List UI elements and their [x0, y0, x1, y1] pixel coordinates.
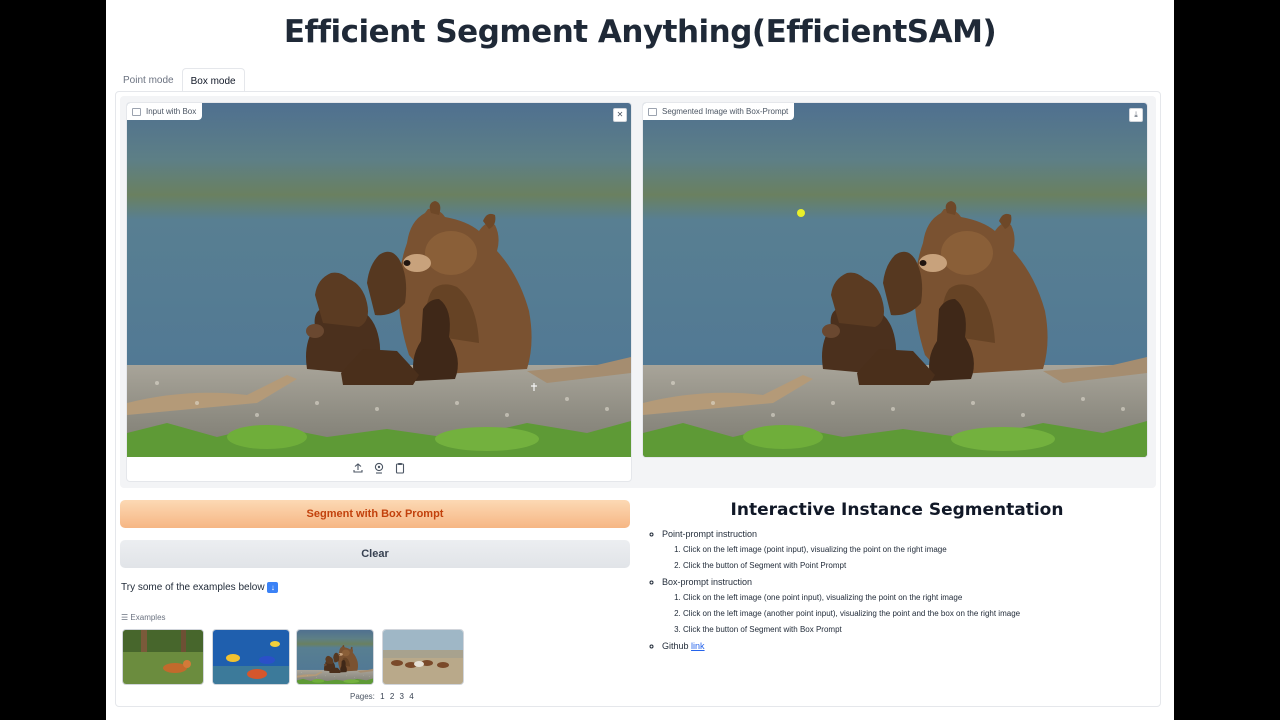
list-item: Click on the left image (another point i…: [683, 609, 1151, 618]
down-arrow-icon: ↓: [267, 582, 279, 593]
point-prompt-section: Point-prompt instruction Click on the le…: [662, 529, 1151, 570]
pages-label: Pages:: [350, 692, 375, 701]
segment-with-box-prompt-button[interactable]: Segment with Box Prompt: [120, 500, 630, 528]
clipboard-icon[interactable]: [394, 462, 406, 474]
output-image-label-text: Segmented Image with Box-Prompt: [662, 107, 789, 116]
app-page: Efficient Segment Anything(EfficientSAM)…: [106, 0, 1174, 720]
examples-hint: Try some of the examples below ↓: [121, 582, 279, 594]
upload-icon[interactable]: [352, 462, 364, 474]
page-link-3[interactable]: 3: [400, 692, 404, 701]
example-thumbnail-bears[interactable]: [296, 629, 374, 685]
page-link-4[interactable]: 4: [409, 692, 413, 701]
box-prompt-steps: Click on the left image (one point input…: [662, 593, 1151, 634]
github-text: Github: [662, 641, 689, 651]
tab-point-mode[interactable]: Point mode: [115, 68, 182, 92]
tab-box-mode[interactable]: Box mode: [181, 68, 245, 92]
list-item: Click on the left image (one point input…: [683, 593, 1151, 602]
point-prompt-steps: Click on the left image (point input), v…: [662, 545, 1151, 570]
examples-pagination: Pages: 1 2 3 4: [350, 692, 414, 701]
page-link-2[interactable]: 2: [390, 692, 394, 701]
instructions: Point-prompt instruction Click on the le…: [651, 529, 1151, 657]
page-link-1[interactable]: 1: [380, 692, 384, 701]
github-link[interactable]: link: [691, 641, 705, 651]
dog-image: [123, 630, 203, 684]
prompt-point-marker: [797, 209, 805, 217]
close-icon[interactable]: ✕: [613, 108, 627, 122]
instruction-list: Point-prompt instruction Click on the le…: [651, 529, 1151, 651]
list-item: Click the button of Segment with Point P…: [683, 561, 1151, 570]
image-row: Input with Box ✕ Segmented Image with Bo…: [120, 96, 1156, 488]
fish-image: [213, 630, 289, 684]
point-prompt-title: Point-prompt instruction: [662, 529, 758, 539]
input-image[interactable]: [127, 103, 631, 457]
page-title: Efficient Segment Anything(EfficientSAM): [283, 14, 997, 50]
box-prompt-section: Box-prompt instruction Click on the left…: [662, 577, 1151, 634]
image-icon: [648, 107, 657, 116]
output-image-label: Segmented Image with Box-Prompt: [643, 103, 795, 120]
box-prompt-title: Box-prompt instruction: [662, 577, 753, 587]
input-image-label-text: Input with Box: [146, 107, 197, 116]
image-icon: [132, 107, 141, 116]
github-item: Github link: [662, 641, 1151, 651]
webcam-icon[interactable]: [373, 462, 385, 474]
horses-image: [383, 630, 463, 684]
box-mode-panel: Input with Box ✕ Segmented Image with Bo…: [115, 91, 1161, 707]
bears-image: [297, 630, 373, 684]
list-item: Click the button of Segment with Box Pro…: [683, 625, 1151, 634]
example-thumbnail-fish[interactable]: [212, 629, 290, 685]
list-icon: ☰: [121, 613, 129, 622]
instructions-heading: Interactive Instance Segmentation: [730, 500, 1064, 520]
example-thumbnail-horses[interactable]: [382, 629, 464, 685]
download-icon[interactable]: ⤓: [1129, 108, 1143, 122]
segmented-image: [643, 103, 1147, 457]
output-image-box: Segmented Image with Box-Prompt ⤓: [642, 102, 1148, 458]
examples-label: ☰ Examples: [121, 613, 166, 622]
list-item: Click on the left image (point input), v…: [683, 545, 1151, 554]
examples-hint-text: Try some of the examples below: [121, 582, 265, 594]
input-toolbar: [127, 459, 631, 477]
example-thumbnail-dog[interactable]: [122, 629, 204, 685]
mode-tabs: Point mode Box mode: [115, 68, 245, 92]
clear-button[interactable]: Clear: [120, 540, 630, 568]
input-image-label: Input with Box: [127, 103, 203, 120]
examples-label-text: Examples: [130, 613, 166, 622]
input-image-box[interactable]: Input with Box ✕: [126, 102, 632, 482]
